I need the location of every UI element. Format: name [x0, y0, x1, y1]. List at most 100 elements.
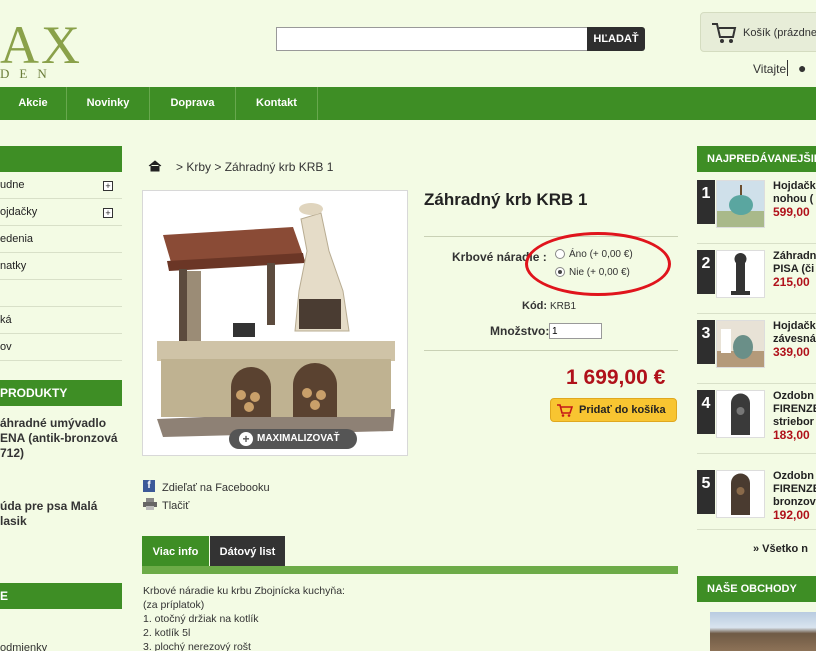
product-image[interactable]: + MAXIMALIZOVAŤ	[142, 190, 408, 456]
description-line: (za príplatok)	[143, 599, 205, 611]
categories-header	[0, 146, 122, 172]
bestseller-item[interactable]: 5 Ozdobn FIRENZE bronzov 192,00	[697, 466, 816, 530]
bestseller-item[interactable]: 1 Hojdačk nohou ( 599,00	[697, 176, 816, 244]
welcome-text: Vitajte	[753, 62, 787, 76]
bestseller-price: 215,00	[773, 275, 810, 289]
description-line: 3. plochý nerezový rošt	[143, 641, 251, 651]
highlight-ellipse	[525, 232, 671, 296]
bestseller-name[interactable]: Záhradn PISA (či 215,00	[773, 250, 816, 289]
radio-ano-label[interactable]: Áno (+ 0,00 €)	[569, 249, 633, 260]
search-input[interactable]	[276, 27, 588, 51]
category-item[interactable]: edenia	[0, 226, 122, 253]
quantity-input[interactable]	[549, 323, 602, 339]
tab-more-info[interactable]: Viac info	[142, 536, 209, 568]
category-item[interactable]: natky	[0, 253, 122, 280]
breadcrumb-path[interactable]: Krby > Záhradný krb KRB 1	[186, 160, 333, 174]
name-line: Ozdobn	[773, 390, 814, 402]
category-label: udne	[0, 179, 25, 191]
store-photo[interactable]	[710, 612, 816, 651]
category-label: edenia	[0, 233, 34, 245]
category-item[interactable]	[0, 280, 122, 307]
radio-nie[interactable]	[555, 267, 565, 277]
product-description: Krbové náradie ku krbu Zbojnícka kuchyňa…	[143, 584, 345, 651]
product-thumbnail[interactable]	[716, 320, 765, 368]
name-line: Hojdačk	[773, 320, 816, 332]
name-line: Ozdobn	[773, 470, 814, 482]
search-button[interactable]: HĽADAŤ	[587, 27, 645, 51]
nav-item-akcie[interactable]: Akcie	[0, 87, 67, 120]
add-to-cart-label: Pridať do košíka	[579, 404, 666, 416]
product-thumbnail[interactable]	[716, 470, 765, 518]
breadcrumb[interactable]: > Krby > Záhradný krb KRB 1	[176, 160, 333, 174]
header-divider	[787, 60, 788, 76]
divider	[424, 350, 678, 351]
add-to-cart-button[interactable]: Pridať do košíka	[550, 398, 677, 422]
bestseller-name[interactable]: Ozdobn FIRENZE bronzov 192,00	[773, 470, 816, 522]
all-bestsellers-link[interactable]: » Všetko n	[753, 543, 808, 555]
products-header: PRODUKTY	[0, 380, 122, 406]
product-price: 1 699,00 €	[566, 366, 666, 389]
logo-subtitle: DEN	[0, 66, 57, 81]
radio-ano[interactable]	[555, 249, 565, 259]
side-product-link[interactable]: úda pre psa Malá lasik	[0, 499, 122, 529]
category-item[interactable]: udne +	[0, 172, 122, 199]
expand-icon[interactable]: +	[103, 181, 113, 191]
logo[interactable]: AX	[0, 18, 82, 72]
bestseller-price: 183,00	[773, 428, 810, 442]
breadcrumb-separator: >	[176, 160, 184, 174]
share-facebook-link[interactable]: Zdieľať na Facebooku	[162, 482, 270, 494]
side-product-link[interactable]: áhradné umývadlo ENA (antik-bronzová 712…	[0, 416, 122, 461]
bestseller-name[interactable]: Ozdobn FIRENZE striebor 183,00	[773, 390, 816, 442]
facebook-icon[interactable]: f	[143, 480, 155, 492]
rank-badge: 4	[697, 390, 715, 434]
maximize-label: MAXIMALIZOVAŤ	[257, 433, 340, 444]
left-link[interactable]: odmienky	[0, 642, 47, 651]
cart-label: Košík (prázdne)	[743, 27, 816, 39]
bestseller-price: 599,00	[773, 205, 810, 219]
cart-summary[interactable]: Košík (prázdne)	[700, 12, 816, 52]
rank-badge: 3	[697, 320, 715, 364]
left-section-header: E	[0, 583, 122, 609]
product-thumbnail[interactable]	[716, 250, 765, 298]
radio-nie-label[interactable]: Nie (+ 0,00 €)	[569, 267, 630, 278]
category-label: natky	[0, 260, 27, 272]
user-icon[interactable]: ●	[798, 60, 806, 76]
cart-icon	[712, 23, 737, 43]
fireplace-illustration	[157, 203, 395, 437]
bestsellers-header: NAJPREDÁVANEJŠIE	[697, 146, 816, 172]
print-icon[interactable]	[143, 498, 157, 510]
name-line: Hojdačk	[773, 180, 816, 192]
bestseller-price: 339,00	[773, 345, 810, 359]
print-link[interactable]: Tlačiť	[162, 500, 189, 512]
nav-item-doprava[interactable]: Doprava	[150, 87, 236, 120]
category-item[interactable]: ov	[0, 334, 122, 361]
home-icon[interactable]	[148, 160, 162, 172]
main-nav: Akcie Novinky Doprava Kontakt	[0, 87, 816, 120]
zoom-icon: +	[239, 432, 253, 446]
code-value: KRB1	[550, 301, 577, 312]
bestseller-name[interactable]: Hojdačk závesná 339,00	[773, 320, 816, 359]
bestseller-item[interactable]: 3 Hojdačk závesná 339,00	[697, 316, 816, 384]
bestseller-item[interactable]: 2 Záhradn PISA (či 215,00	[697, 246, 816, 314]
category-item[interactable]: ká	[0, 307, 122, 334]
category-label: ojdačky	[0, 206, 38, 218]
product-title: Záhradný krb KRB 1	[424, 190, 588, 209]
category-item[interactable]: ojdačky +	[0, 199, 122, 226]
product-thumbnail[interactable]	[716, 180, 765, 228]
cart-icon	[557, 404, 573, 417]
stores-header: NAŠE OBCHODY	[697, 576, 816, 602]
bestseller-item[interactable]: 4 Ozdobn FIRENZE striebor 183,00	[697, 386, 816, 454]
bestseller-name[interactable]: Hojdačk nohou ( 599,00	[773, 180, 816, 219]
category-label: ov	[0, 341, 12, 353]
expand-icon[interactable]: +	[103, 208, 113, 218]
name-line: FIRENZE	[773, 403, 816, 415]
nav-item-kontakt[interactable]: Kontakt	[236, 87, 318, 120]
maximize-button[interactable]: + MAXIMALIZOVAŤ	[229, 429, 357, 449]
nav-item-novinky[interactable]: Novinky	[67, 87, 150, 120]
product-thumbnail[interactable]	[716, 390, 765, 438]
bestseller-price: 192,00	[773, 508, 810, 522]
tab-data-sheet[interactable]: Dátový list	[210, 536, 285, 568]
tab-underline	[142, 566, 678, 574]
rank-badge: 5	[697, 470, 715, 514]
description-line: 1. otočný držiak na kotlík	[143, 613, 259, 625]
